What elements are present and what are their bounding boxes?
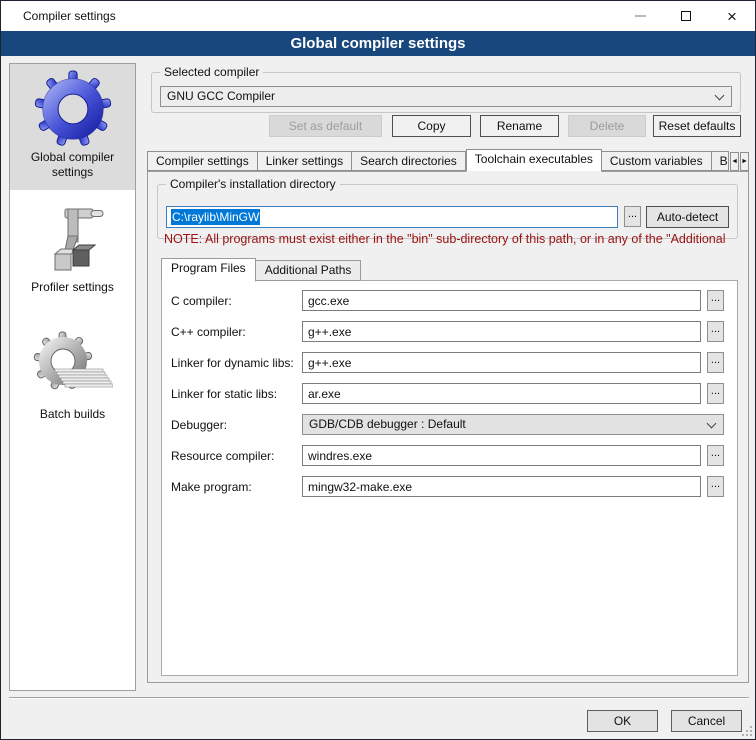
tab-custom-variables[interactable]: Custom variables [602, 151, 712, 171]
linker-static-input[interactable] [302, 383, 701, 404]
installation-directory-input[interactable]: C:\raylib\MinGW [166, 206, 618, 228]
caliper-icon [10, 200, 135, 278]
copy-button[interactable]: Copy [392, 115, 471, 137]
make-program-input[interactable] [302, 476, 701, 497]
footer-divider [9, 697, 749, 699]
chevron-down-icon [715, 91, 725, 101]
linker-static-browse-button[interactable]: ... [707, 383, 724, 404]
maximize-button[interactable] [663, 1, 709, 31]
directory-browse-button[interactable]: ... [624, 206, 641, 227]
auto-detect-button[interactable]: Auto-detect [646, 206, 729, 228]
c-compiler-label: C compiler: [171, 294, 232, 308]
toolchain-executables-page: Compiler's installation directory C:\ray… [147, 171, 749, 683]
linker-dynamic-input[interactable] [302, 352, 701, 373]
program-files-page: C compiler: ... C++ compiler: ... Linker… [161, 280, 738, 676]
blue-gear-icon [10, 64, 135, 148]
cancel-button[interactable]: Cancel [671, 710, 742, 732]
main-tabstrip: Compiler settings Linker settings Search… [147, 148, 749, 171]
tab-scroll-right-button[interactable]: ► [740, 152, 749, 171]
debugger-value: GDB/CDB debugger : Default [309, 417, 466, 431]
close-button[interactable]: × [709, 1, 755, 31]
arrow-right-icon: ► [741, 158, 748, 165]
c-compiler-browse-button[interactable]: ... [707, 290, 724, 311]
resource-compiler-input[interactable] [302, 445, 701, 466]
linker-static-label: Linker for static libs: [171, 387, 277, 401]
subtab-additional-paths[interactable]: Additional Paths [256, 260, 362, 281]
sidebar-item-global-compiler-settings[interactable]: Global compiler settings [10, 64, 135, 190]
make-program-browse-button[interactable]: ... [707, 476, 724, 497]
close-icon: × [727, 8, 737, 25]
linker-dynamic-label: Linker for dynamic libs: [171, 356, 294, 370]
selected-compiler-value: GNU GCC Compiler [167, 89, 275, 103]
tab-build-options[interactable]: Build options [712, 151, 730, 171]
installation-directory-value: C:\raylib\MinGW [171, 209, 260, 225]
tab-search-directories[interactable]: Search directories [352, 151, 466, 171]
maximize-icon [681, 11, 691, 21]
sidebar-item-batch-builds[interactable]: Batch builds [10, 325, 135, 430]
debugger-label: Debugger: [171, 418, 227, 432]
tab-toolchain-executables[interactable]: Toolchain executables [466, 149, 602, 172]
tab-compiler-settings[interactable]: Compiler settings [147, 151, 258, 171]
resource-compiler-label: Resource compiler: [171, 449, 274, 463]
arrow-left-icon: ◄ [731, 158, 738, 165]
sidebar-item-profiler-settings[interactable]: Profiler settings [10, 200, 135, 303]
sidebar-item-label: Global compiler settings [10, 148, 135, 188]
program-files-tabstrip: Program Files Additional Paths [161, 257, 361, 281]
window-title: Compiler settings [23, 9, 116, 23]
cpp-compiler-input[interactable] [302, 321, 701, 342]
delete-button[interactable]: Delete [568, 115, 646, 137]
cpp-compiler-label: C++ compiler: [171, 325, 246, 339]
ok-button[interactable]: OK [587, 710, 658, 732]
compiler-settings-dialog: Compiler settings × Global compiler sett… [0, 0, 756, 740]
cpp-compiler-browse-button[interactable]: ... [707, 321, 724, 342]
c-compiler-input[interactable] [302, 290, 701, 311]
make-program-label: Make program: [171, 480, 252, 494]
bin-subdirectory-note: NOTE: All programs must exist either in … [164, 232, 732, 246]
chevron-down-icon [707, 419, 717, 429]
page-title: Global compiler settings [1, 31, 755, 56]
gray-gear-stack-icon [10, 325, 135, 405]
set-as-default-button[interactable]: Set as default [269, 115, 382, 137]
resize-grip[interactable] [742, 726, 752, 736]
selected-compiler-dropdown[interactable]: GNU GCC Compiler [160, 86, 732, 107]
sidebar-item-label: Batch builds [10, 405, 135, 430]
reset-defaults-button[interactable]: Reset defaults [653, 115, 741, 137]
resource-compiler-browse-button[interactable]: ... [707, 445, 724, 466]
minimize-icon [635, 15, 646, 17]
installation-directory-group: Compiler's installation directory C:\ray… [157, 184, 738, 239]
selected-compiler-group-label: Selected compiler [160, 65, 263, 79]
titlebar[interactable]: Compiler settings × [1, 1, 755, 31]
installation-directory-group-label: Compiler's installation directory [166, 177, 340, 191]
tab-scroll-left-button[interactable]: ◄ [730, 152, 739, 171]
settings-sidebar: Global compiler settings [9, 63, 136, 691]
subtab-program-files[interactable]: Program Files [161, 258, 256, 282]
rename-button[interactable]: Rename [480, 115, 559, 137]
selected-compiler-group: Selected compiler GNU GCC Compiler [151, 72, 741, 113]
sidebar-item-label: Profiler settings [10, 278, 135, 303]
debugger-dropdown[interactable]: GDB/CDB debugger : Default [302, 414, 724, 435]
tab-linker-settings[interactable]: Linker settings [258, 151, 352, 171]
minimize-button[interactable] [617, 1, 663, 31]
linker-dynamic-browse-button[interactable]: ... [707, 352, 724, 373]
